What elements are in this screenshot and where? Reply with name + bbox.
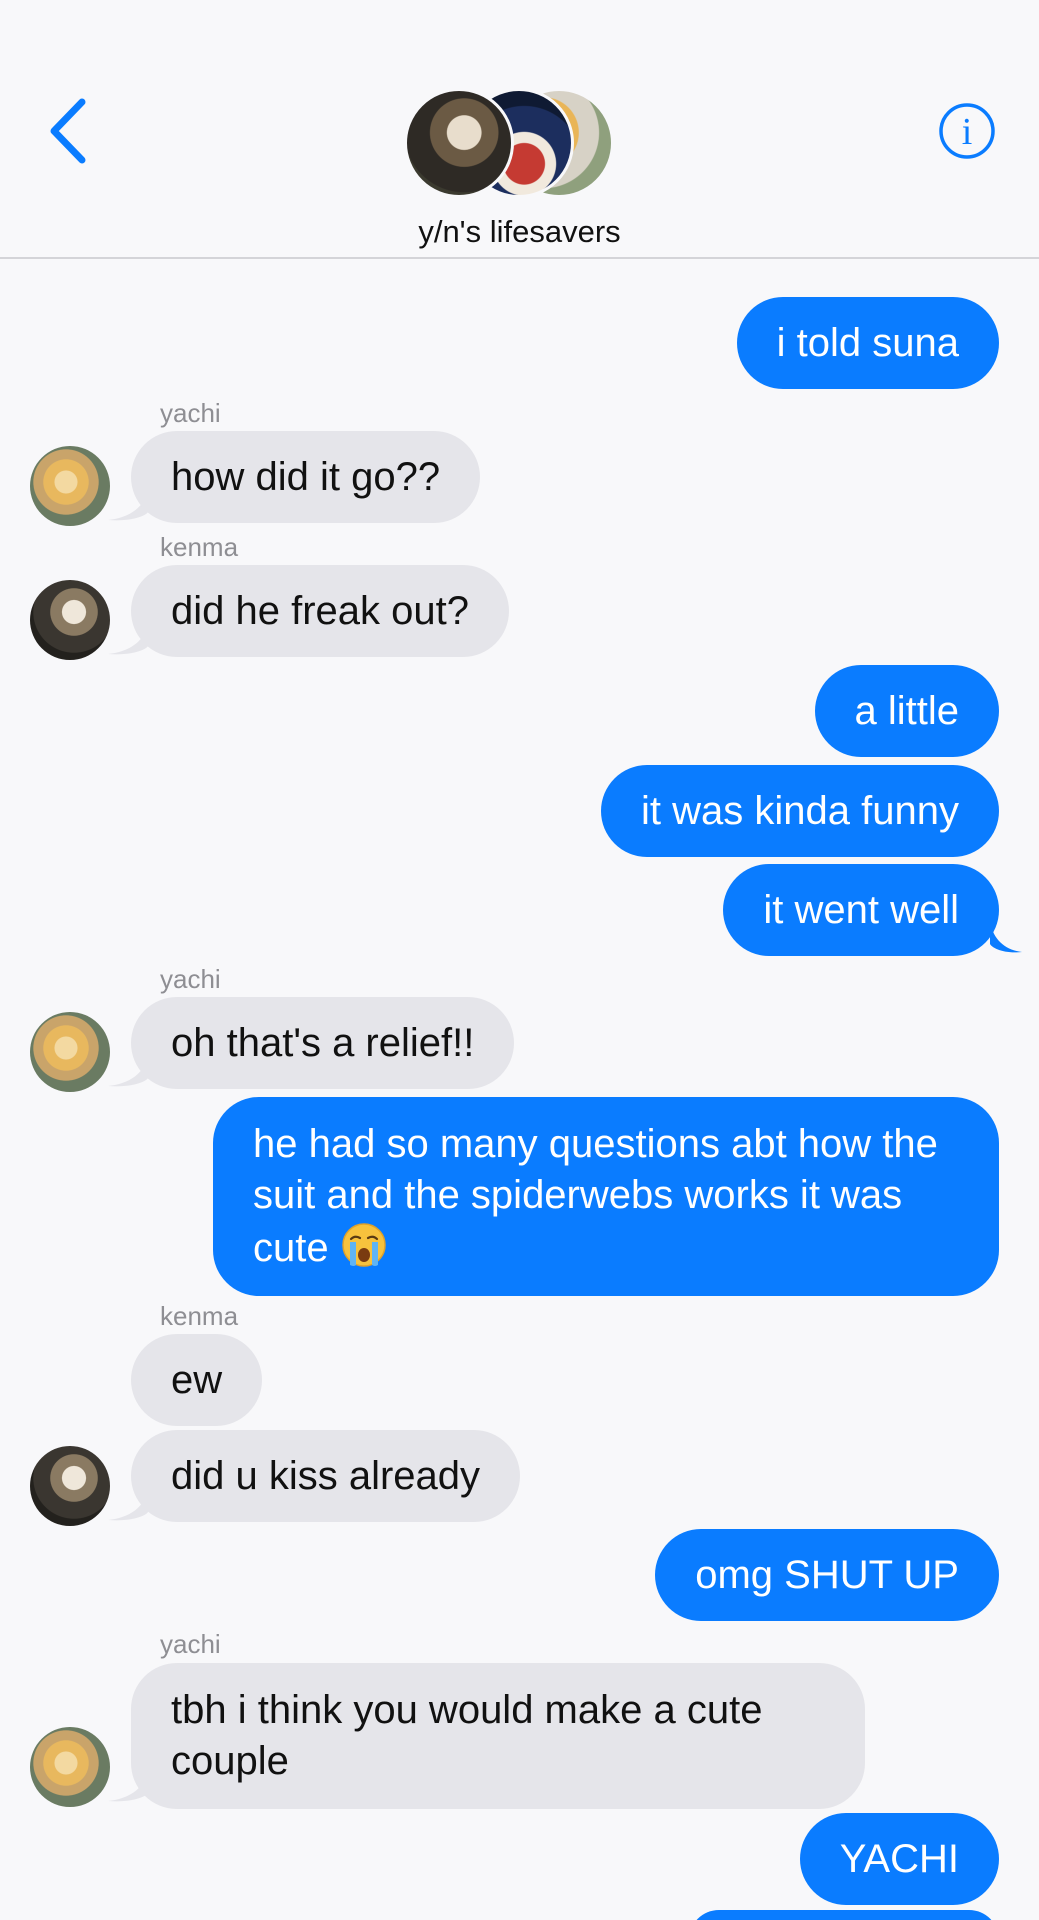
message-bubble-outgoing[interactable]: it was kinda funny — [601, 765, 999, 857]
message-bubble-incoming[interactable]: did he freak out? — [131, 565, 509, 657]
message-text: oh that's a relief!! — [171, 1021, 475, 1065]
group-avatar-stack[interactable] — [404, 88, 620, 202]
sender-name: yachi — [160, 1629, 221, 1659]
message-text: tbh i think you would make a cute couple — [171, 1688, 763, 1783]
sender-name: kenma — [160, 532, 239, 562]
message-text: it went well — [763, 888, 959, 932]
message-bubble-incoming[interactable]: how did it go?? — [131, 431, 481, 523]
message-bubble-outgoing[interactable]: YACHI — [799, 1813, 999, 1905]
info-icon: i — [939, 103, 995, 159]
sender-name: yachi — [160, 398, 221, 428]
group-name[interactable]: y/n's lifesavers — [0, 214, 1039, 250]
message-bubble-incoming[interactable]: ew — [131, 1334, 263, 1426]
message-text: YACHI — [839, 1837, 959, 1881]
avatar-kenma[interactable] — [30, 580, 110, 660]
message-bubble-incoming[interactable]: oh that's a relief!! — [131, 997, 515, 1089]
avatar-yachi[interactable] — [30, 1012, 110, 1092]
message-bubble-incoming[interactable]: tbh i think you would make a cute couple — [131, 1663, 865, 1809]
conversation-header: y/n's lifesavers i — [0, 0, 1039, 259]
sender-name: kenma — [160, 1301, 239, 1331]
message-text: how did it go?? — [171, 455, 441, 499]
message-bubble-outgoing[interactable]: it went well — [723, 864, 999, 956]
message-text: i told suna — [776, 321, 959, 365]
message-bubble-outgoing[interactable]: a little — [814, 665, 999, 757]
message-text: did u kiss already — [171, 1454, 481, 1498]
message-text: did he freak out? — [171, 589, 469, 633]
back-button[interactable] — [44, 96, 94, 166]
sender-name: yachi — [160, 964, 221, 994]
crying-face-icon — [341, 1223, 386, 1267]
message-bubble-outgoing-partial[interactable] — [689, 1910, 999, 1920]
message-bubble-outgoing[interactable]: he had so many questions abt how the sui… — [213, 1097, 999, 1296]
message-bubble-outgoing[interactable]: i told suna — [736, 297, 999, 389]
message-bubble-outgoing[interactable]: omg SHUT UP — [655, 1529, 999, 1621]
avatar-yachi[interactable] — [30, 1727, 110, 1807]
info-button[interactable]: i — [938, 102, 996, 160]
info-label: i — [962, 111, 973, 153]
avatar-kenma[interactable] — [30, 1446, 110, 1526]
message-text: ew — [171, 1358, 223, 1402]
messages-app: y/n's lifesavers i i told suna yachi how… — [0, 0, 1039, 1920]
group-member-avatar — [404, 88, 514, 198]
chevron-left-icon — [50, 98, 86, 164]
message-text: omg SHUT UP — [695, 1553, 959, 1597]
message-text: it was kinda funny — [641, 789, 959, 833]
avatar-yachi[interactable] — [30, 446, 110, 526]
message-text: a little — [854, 689, 960, 733]
message-bubble-incoming[interactable]: did u kiss already — [131, 1430, 521, 1522]
